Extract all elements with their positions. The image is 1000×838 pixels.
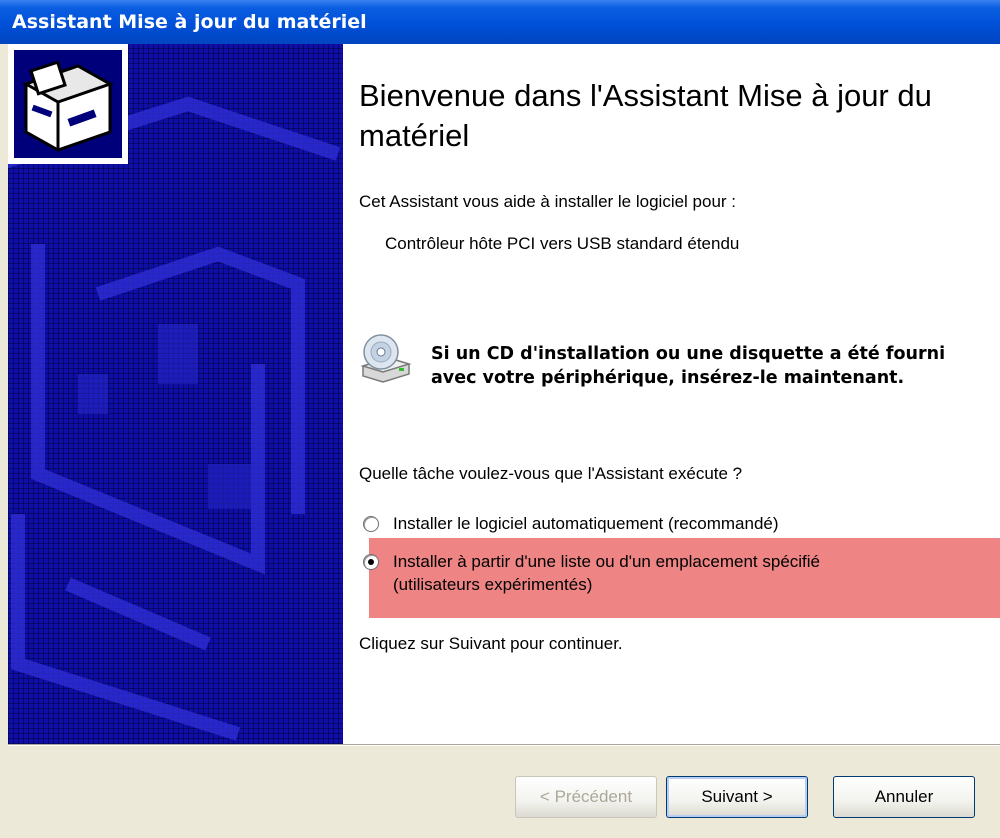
hardware-wizard-icon — [8, 44, 128, 164]
cd-drive-icon — [360, 334, 412, 383]
cd-insert-notice: Si un CD d'installation ou une disquette… — [431, 344, 946, 388]
wizard-content: Bienvenue dans l'Assistant Mise à jour d… — [343, 44, 1000, 744]
intro-text: Cet Assistant vous aide à installer le l… — [359, 192, 737, 211]
device-name: Contrôleur hôte PCI vers USB standard ét… — [385, 234, 740, 253]
window-title: Assistant Mise à jour du matériel — [12, 11, 367, 33]
option-list-label-line1: Installer à partir d'une liste ou d'un e… — [393, 552, 821, 571]
cancel-button[interactable]: Annuler — [833, 776, 975, 818]
continue-hint: Cliquez sur Suivant pour continuer. — [359, 634, 623, 653]
radio-automatic[interactable] — [363, 516, 379, 532]
task-question: Quelle tâche voulez-vous que l'Assistant… — [359, 464, 743, 483]
footer-separator — [8, 744, 1000, 746]
page-title: Bienvenue dans l'Assistant Mise à jour d… — [359, 78, 932, 153]
window-titlebar[interactable]: Assistant Mise à jour du matériel — [0, 0, 1000, 44]
option-automatic-label[interactable]: Installer le logiciel automatiquement (r… — [393, 512, 779, 535]
wizard-sidebar-banner — [8, 44, 343, 744]
option-automatic-install[interactable]: Installer le logiciel automatiquement (r… — [363, 512, 779, 535]
next-button[interactable]: Suivant > — [666, 776, 808, 818]
option-list-label-line2: (utilisateurs expérimentés) — [393, 575, 593, 594]
back-button[interactable]: < Précédent — [515, 776, 657, 818]
option-list-install[interactable]: Installer à partir d'une liste ou d'un e… — [363, 550, 820, 596]
option-list-label[interactable]: Installer à partir d'une liste ou d'un e… — [393, 550, 820, 596]
radio-list-location[interactable] — [363, 554, 379, 570]
